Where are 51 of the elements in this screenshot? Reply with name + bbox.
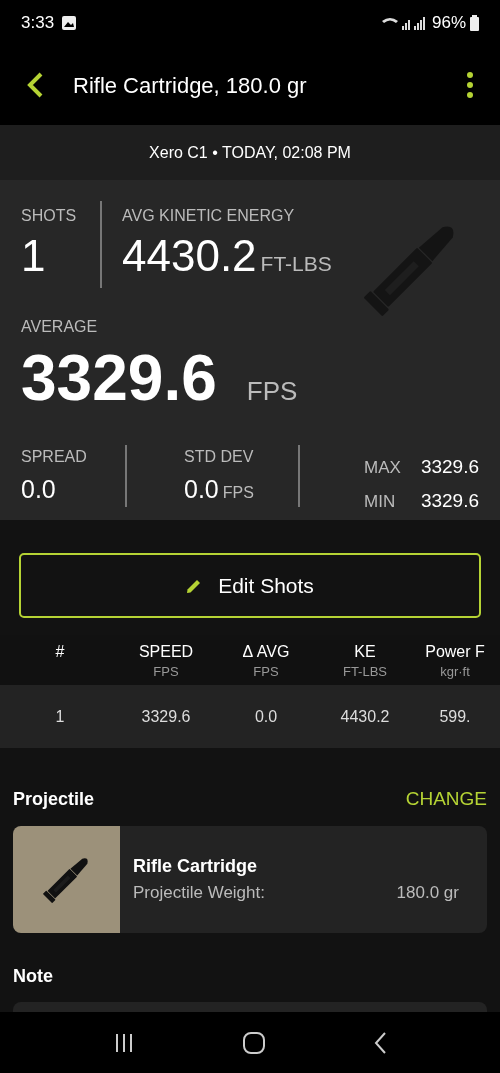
spread-value: 0.0 <box>21 474 57 505</box>
kinetic-energy-label: AVG KINETIC ENERGY <box>122 206 296 226</box>
column-heading: Power F <box>424 642 486 662</box>
table-cell-text: 0.0 <box>253 706 279 727</box>
session-info: Xero C1 • TODAY, 02:08 PM <box>149 142 351 163</box>
table-cell-text: 4430.2 <box>339 706 391 727</box>
std-dev-unit: FPS <box>222 483 254 503</box>
section-heading: Note <box>13 965 53 986</box>
average-unit: FPS <box>246 375 298 408</box>
average-velocity: 3329.6 <box>21 341 217 416</box>
column-heading: # <box>54 642 66 662</box>
spread-label: SPREAD <box>21 447 88 467</box>
section-heading: Projectile <box>13 787 95 811</box>
table-cell-text: 3329.6 <box>140 706 192 727</box>
more-options-icon[interactable] <box>466 72 474 98</box>
column-heading: SPEED <box>137 642 195 662</box>
column-unit: FT-LBS <box>341 663 389 681</box>
screen-title: Rifle Cartridge, 180.0 gr <box>73 71 308 100</box>
recent-apps-icon[interactable] <box>114 1033 135 1052</box>
min-value: 3329.6 <box>420 488 479 513</box>
min-label: MIN <box>364 490 397 513</box>
shots-value: 1 <box>21 230 47 282</box>
weight-label: Projectile Weight: <box>133 881 265 904</box>
std-dev-label: STD DEV <box>184 447 255 467</box>
battery-percent: 96% <box>431 11 466 34</box>
back-icon[interactable] <box>373 1031 386 1054</box>
column-heading: KE <box>353 642 377 662</box>
column-unit: kgr·ft <box>439 663 471 681</box>
column-heading: Δ AVG <box>241 642 291 662</box>
battery-icon <box>470 14 479 31</box>
column-unit: FPS <box>252 663 280 681</box>
max-value: 3329.6 <box>420 455 479 479</box>
projectile-name: Rifle Cartridge <box>133 854 259 878</box>
weight-value: 180.0 gr <box>396 881 459 904</box>
signal-icon <box>381 15 428 30</box>
shots-label: SHOTS <box>21 206 78 226</box>
pencil-icon <box>186 577 203 594</box>
column-unit: FPS <box>152 663 180 681</box>
kinetic-energy-value: 4430.2 <box>122 230 257 282</box>
table-cell-text: 599. <box>438 706 472 727</box>
image-icon <box>62 15 77 30</box>
max-label: MAX <box>364 457 401 479</box>
status-time: 3:33 <box>21 11 55 34</box>
std-dev-value: 0.0 <box>184 474 219 505</box>
table-cell-text: 1 <box>54 706 66 727</box>
projectile-card[interactable]: Rifle Cartridge Projectile Weight: 180.0 gr <box>13 825 487 933</box>
change-link[interactable]: CHANGE <box>405 785 487 814</box>
home-icon[interactable] <box>243 1031 265 1054</box>
average-label: AVERAGE <box>21 317 99 337</box>
kinetic-energy-unit: FT-LBS <box>260 251 332 277</box>
edit-shots-button[interactable]: Edit Shots <box>19 553 481 618</box>
